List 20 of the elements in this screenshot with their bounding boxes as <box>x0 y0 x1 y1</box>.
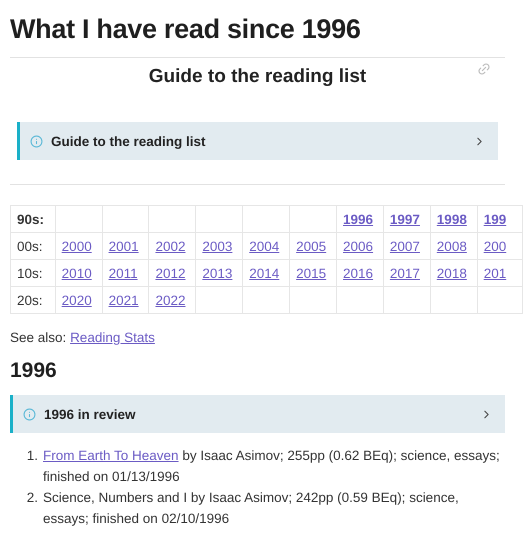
page-title: What I have read since 1996 <box>10 14 361 45</box>
info-icon <box>30 134 43 148</box>
year-heading: 1996 <box>10 359 57 383</box>
section-heading: Guide to the reading list <box>148 66 366 88</box>
see-also-text: See also: Reading Stats <box>10 330 156 345</box>
book-link[interactable]: From Earth To Heaven <box>43 448 179 463</box>
callout-title: 1996 in review <box>44 406 137 422</box>
book-entry: From Earth To Heaven by Isaac Asimov; 255pp (0.62 BEq); science, essays; finished on 01/13/1996 <box>43 447 500 486</box>
book-entry: Science, Numbers and I by Isaac Asimov; 242pp (0.59 BEq); science, essays; finished on 02/10/1996 <box>43 489 460 528</box>
decade-label: 90s: <box>10 206 56 232</box>
callout-bar[interactable]: Guide to the reading list <box>17 122 498 160</box>
info-icon <box>23 408 36 420</box>
list-number: 2. <box>26 489 39 507</box>
decade-label: 20s: <box>10 286 56 314</box>
decade-label: 10s: <box>10 260 56 286</box>
callout-bar[interactable]: 1996 in review <box>10 395 505 433</box>
callout-title: Guide to the reading list <box>51 134 207 148</box>
decade-label: 00s: <box>10 232 56 260</box>
list-number: 1. <box>26 447 39 465</box>
reading-stats-link[interactable]: Reading Stats <box>70 330 155 345</box>
